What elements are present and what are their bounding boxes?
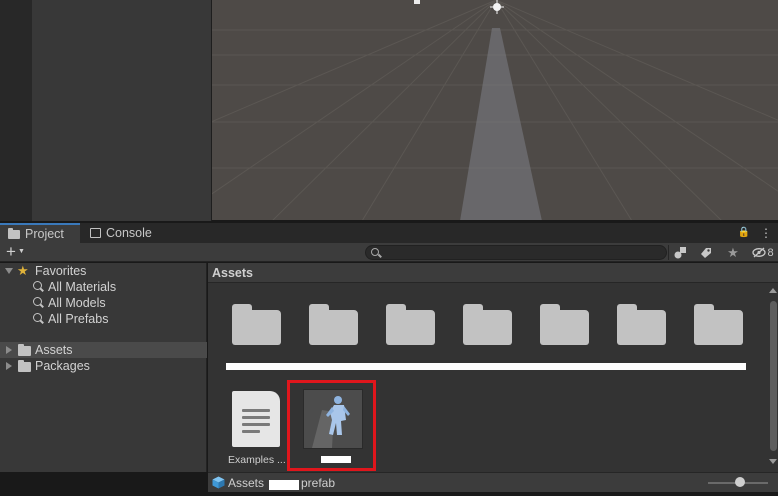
tree-item-all-prefabs[interactable]: All Prefabs	[0, 311, 207, 327]
expand-arrow-icon[interactable]	[6, 362, 12, 370]
light-cone	[460, 28, 542, 220]
status-path-suffix: prefab	[301, 476, 336, 490]
folder-icon[interactable]	[617, 304, 666, 345]
star-icon: ★	[17, 263, 29, 278]
eye-slash-icon	[752, 247, 767, 258]
status-path-root: Assets	[228, 476, 265, 490]
status-bar: Assets prefab	[208, 472, 778, 492]
panel-menu-icon[interactable]: ⋮	[760, 226, 772, 240]
search-filter-icon	[33, 281, 42, 290]
search-filter-icon	[33, 297, 42, 306]
scene-grid	[212, 0, 778, 220]
asset-label: Examples ...	[228, 454, 286, 466]
create-button[interactable]: + ▼	[6, 242, 25, 261]
tree-item-all-materials[interactable]: All Materials	[0, 279, 207, 295]
tab-console-label: Console	[106, 226, 152, 240]
hidden-packages-button[interactable]: 8	[749, 244, 777, 261]
icon-size-slider-knob[interactable]	[735, 477, 745, 487]
shapes-icon	[674, 247, 686, 259]
scene-view[interactable]	[212, 0, 778, 221]
folder-icon	[8, 227, 20, 239]
filter-by-type-button[interactable]	[670, 244, 692, 261]
tree-item-label: Packages	[35, 359, 90, 373]
tree-item-favorites[interactable]: ★ Favorites	[0, 263, 207, 279]
text-asset-icon[interactable]	[232, 391, 280, 447]
favorite-button[interactable]: ★	[722, 244, 744, 261]
star-outline-icon: ★	[727, 244, 739, 260]
tree-item-packages[interactable]: Packages	[0, 358, 207, 374]
search-icon	[371, 248, 379, 256]
tab-project-label: Project	[25, 227, 64, 241]
redacted-path-segment	[269, 480, 299, 490]
scroll-down-arrow[interactable]	[769, 459, 777, 464]
dropdown-arrow-icon: ▼	[17, 248, 25, 255]
project-panel-tabbar: Project Console 🔒 ⋮	[0, 223, 778, 243]
folder-icon	[18, 360, 31, 372]
camera-gizmo-icon[interactable]	[414, 0, 420, 4]
folder-icon[interactable]	[386, 304, 435, 345]
redacted-folder-labels	[226, 363, 746, 370]
folder-icon[interactable]	[309, 304, 358, 345]
folder-icon	[18, 344, 31, 356]
tree-item-label: Assets	[35, 343, 73, 357]
tab-project[interactable]: Project	[0, 223, 80, 243]
toolbar-divider	[668, 245, 669, 260]
scrollbar-thumb[interactable]	[770, 301, 777, 451]
hidden-count: 8	[767, 246, 774, 259]
tree-item-assets[interactable]: Assets	[0, 342, 207, 358]
folder-icon[interactable]	[540, 304, 589, 345]
folder-icon[interactable]	[463, 304, 512, 345]
expand-arrow-icon[interactable]	[5, 268, 13, 274]
project-toolbar: + ▼ ★ 8	[0, 243, 778, 262]
tree-item-label: All Materials	[48, 280, 117, 294]
folder-icon[interactable]	[694, 304, 743, 345]
selection-highlight-box	[287, 380, 376, 471]
prefab-cube-icon	[212, 476, 225, 489]
left-toolbar-strip	[0, 0, 32, 221]
filter-by-label-button[interactable]	[695, 244, 717, 261]
window-bottom-edge	[0, 492, 778, 496]
tree-item-all-models[interactable]: All Models	[0, 295, 207, 311]
search-input[interactable]	[365, 245, 667, 260]
tag-icon	[701, 247, 711, 258]
scroll-up-arrow[interactable]	[769, 288, 777, 293]
lock-icon[interactable]: 🔒	[738, 226, 750, 240]
tab-tools: 🔒 ⋮	[738, 226, 772, 240]
console-icon	[90, 228, 101, 238]
folder-tree: ★ Favorites All Materials All Models All…	[0, 263, 207, 472]
search-filter-icon	[33, 313, 42, 322]
tree-item-label: All Models	[48, 296, 106, 310]
tab-console[interactable]: Console	[82, 223, 160, 243]
tree-item-label: All Prefabs	[48, 312, 109, 326]
plus-icon: +	[6, 242, 16, 261]
folder-icon[interactable]	[232, 304, 281, 345]
breadcrumb: Assets	[208, 263, 778, 283]
hierarchy-panel	[32, 0, 212, 221]
favorites-label: Favorites	[35, 264, 87, 278]
expand-arrow-icon[interactable]	[6, 346, 12, 354]
